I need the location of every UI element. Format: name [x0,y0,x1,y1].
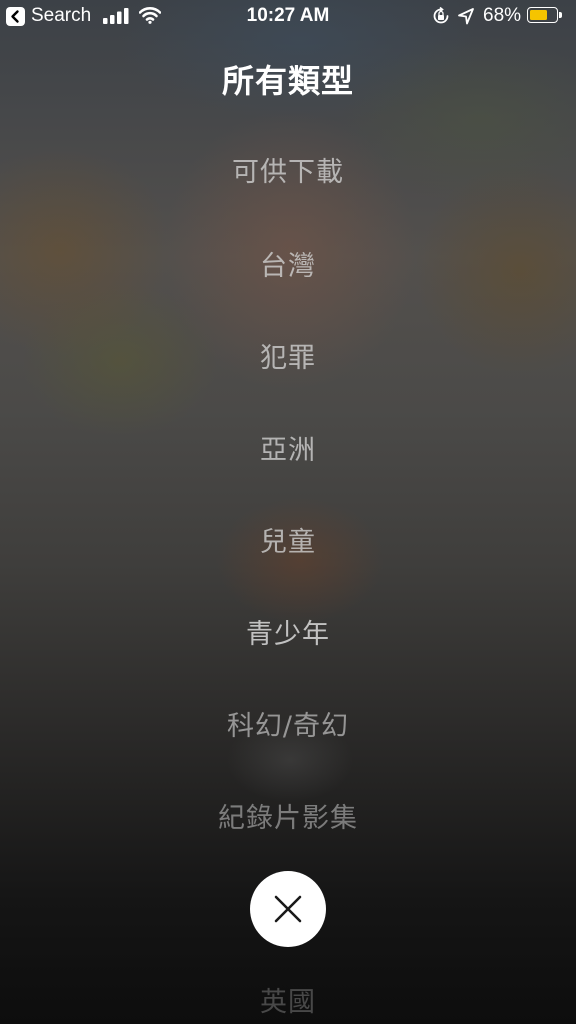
genre-item-british[interactable]: 英國 [0,980,576,1019]
genre-item-taiwan[interactable]: 台灣 [0,244,576,283]
genre-item-scifi-fantasy[interactable]: 科幻/奇幻 [0,704,576,743]
genre-item-docuseries[interactable]: 紀錄片影集 [0,796,576,835]
genre-item-teen[interactable]: 青少年 [0,612,576,651]
genre-item-crime[interactable]: 犯罪 [0,336,576,375]
close-button[interactable] [250,871,326,947]
close-icon [274,895,302,923]
genre-item-asia[interactable]: 亞洲 [0,428,576,467]
genre-item-kids[interactable]: 兒童 [0,520,576,559]
genre-item-downloadable[interactable]: 可供下載 [0,150,576,189]
